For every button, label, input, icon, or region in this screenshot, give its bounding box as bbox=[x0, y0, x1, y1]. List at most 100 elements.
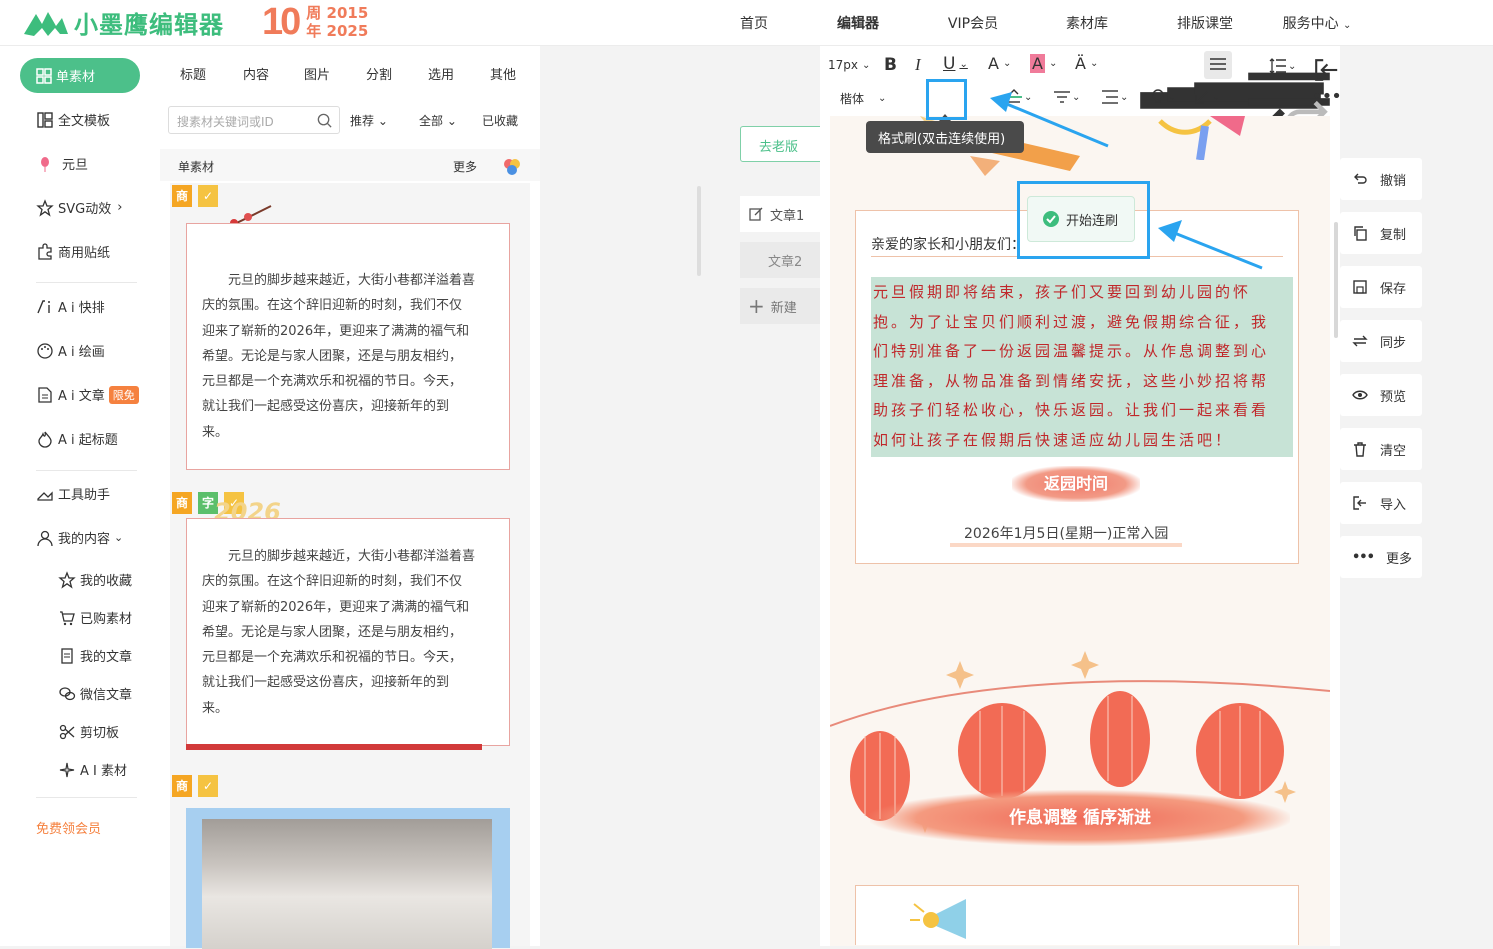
sidebar-item-single-material[interactable]: 单素材 bbox=[20, 58, 140, 93]
category-selected[interactable]: 选用 bbox=[428, 64, 454, 83]
card-text: 元旦的脚步越来越近，大街小巷都洋溢着喜 庆的氛围。在这个辞旧迎新的时刻，我们不仅… bbox=[202, 544, 492, 721]
business-tag: 商 bbox=[172, 492, 192, 514]
plus-icon: + bbox=[748, 294, 765, 318]
action-label: 保存 bbox=[1380, 281, 1407, 297]
card-line: 希望。无论是与家人团聚，还是与朋友相约， bbox=[202, 348, 463, 364]
exit-icon[interactable] bbox=[1312, 56, 1340, 84]
more-tools-icon[interactable]: ••• bbox=[1312, 86, 1342, 107]
card-line: 就让我们一起感受这份喜庆，迎接新年的到 bbox=[202, 399, 450, 415]
sidebar-item-ai-material[interactable]: A I 素材 bbox=[58, 760, 127, 779]
article-tab-1[interactable]: 文章1 bbox=[740, 196, 830, 232]
trash-icon bbox=[1354, 442, 1366, 457]
sidebar-item-ai-article[interactable]: A i 文章 限免 bbox=[36, 385, 139, 404]
section-title: 单素材 bbox=[178, 160, 215, 174]
card-line: 来。 bbox=[202, 700, 229, 716]
sidebar-label: A i 快排 bbox=[58, 301, 105, 316]
sidebar-sub-label: 我的收藏 bbox=[80, 574, 133, 589]
free-vip-link[interactable]: 免费领会员 bbox=[36, 818, 101, 837]
scrollbar[interactable] bbox=[697, 186, 701, 276]
more-link[interactable]: 更多 bbox=[453, 158, 477, 175]
sidebar-item-ai-paint[interactable]: A i 绘画 bbox=[36, 341, 105, 360]
nav-library[interactable]: 素材库 bbox=[1026, 13, 1148, 33]
collected-filter[interactable]: 已收藏 bbox=[482, 112, 518, 129]
save-button[interactable]: 保存 bbox=[1340, 266, 1422, 308]
date-text[interactable]: 2026年1月5日(星期一)正常入园 bbox=[950, 523, 1183, 547]
sidebar-item-favorites[interactable]: 我的收藏 bbox=[58, 570, 132, 589]
search-icon[interactable] bbox=[316, 112, 333, 129]
more-button[interactable]: ••• 更多 bbox=[1340, 536, 1422, 578]
justify-button[interactable] bbox=[1204, 51, 1232, 79]
nav-editor[interactable]: 编辑器 bbox=[796, 13, 920, 33]
material-card[interactable]: 商 字 ✓ 2026 元旦的脚步越来越近，大街小巷都洋溢着喜 庆的氛围。在这个辞… bbox=[170, 492, 530, 808]
sidebar-item-svg-effects[interactable]: SVG动效 › bbox=[36, 198, 122, 217]
font-size-select[interactable]: 17px ⌄ bbox=[828, 58, 870, 72]
category-content[interactable]: 内容 bbox=[243, 64, 269, 83]
sidebar-item-ai-title[interactable]: A i 起标题 bbox=[36, 429, 118, 448]
sidebar-item-my-articles[interactable]: 我的文章 bbox=[58, 646, 132, 665]
filter-dropdown[interactable]: 全部 ⌄ bbox=[419, 112, 457, 129]
color-dots-icon[interactable] bbox=[500, 155, 524, 179]
sync-button[interactable]: 同步 bbox=[1340, 320, 1422, 362]
sidebar-item-ai-layout[interactable]: A i 快排 bbox=[36, 297, 105, 316]
user-icon bbox=[37, 530, 53, 546]
card-line: 元旦都是一个充满欢乐和祝福的节日。今天， bbox=[202, 374, 463, 390]
editor-scrollbar[interactable] bbox=[1334, 222, 1338, 338]
card-line: 迎来了崭新的2026年，更迎来了满满的福气和 bbox=[202, 599, 470, 615]
sidebar-item-new-year[interactable]: 元旦 bbox=[36, 154, 88, 173]
bg-color-button[interactable]: A ⌄ bbox=[1030, 54, 1057, 73]
sidebar-sub-label: 剪切板 bbox=[80, 726, 120, 741]
copy-button[interactable]: 复制 bbox=[1340, 212, 1422, 254]
sort-dropdown[interactable]: 推荐 ⌄ bbox=[350, 112, 388, 129]
text-effect-button[interactable]: Ä ⌄ bbox=[1075, 54, 1098, 73]
paragraph-line: 元旦假期即将结束，孩子们又要回到幼儿园的怀 bbox=[873, 283, 1252, 301]
category-divider[interactable]: 分割 bbox=[366, 64, 392, 83]
sidebar-item-clipboard[interactable]: 剪切板 bbox=[58, 722, 119, 741]
content-card[interactable] bbox=[855, 885, 1299, 945]
nav-course[interactable]: 排版课堂 bbox=[1148, 13, 1262, 33]
italic-button[interactable]: I bbox=[915, 55, 921, 75]
article-label: 文章2 bbox=[768, 254, 803, 270]
save-icon bbox=[1353, 280, 1367, 294]
more-dots-icon: ••• bbox=[1352, 549, 1375, 565]
chevron-down-icon: ⌄ bbox=[1002, 58, 1012, 69]
new-article-button[interactable]: + 新建 bbox=[740, 288, 830, 324]
anniversary-year-start: 2015 bbox=[326, 4, 369, 22]
undo-action-button[interactable]: 撤销 bbox=[1340, 158, 1422, 200]
material-card[interactable]: 商 ✓ 元旦的脚步越来越近，大街小巷都洋溢着喜 庆的氛围。在这个辞旧迎新的时刻，… bbox=[170, 183, 530, 525]
scissors-icon bbox=[59, 724, 75, 739]
nav-home[interactable]: 首页 bbox=[712, 13, 796, 33]
search-input[interactable]: 搜素材关键词或ID bbox=[168, 106, 340, 134]
bold-button[interactable]: B bbox=[884, 55, 897, 75]
selected-paragraph[interactable]: 元旦假期即将结束，孩子们又要回到幼儿园的怀 抱。为了让宝贝们顺利过渡，避免假期综… bbox=[871, 277, 1293, 457]
chevron-down-icon: ⌄ bbox=[1089, 58, 1099, 69]
category-title[interactable]: 标题 bbox=[180, 64, 206, 83]
category-other[interactable]: 其他 bbox=[490, 64, 516, 83]
underline-button[interactable]: U ⌄ bbox=[943, 54, 968, 74]
card-line: 就让我们一起感受这份喜庆，迎接新年的到 bbox=[202, 675, 450, 691]
sidebar-item-full-template[interactable]: 全文模板 bbox=[36, 110, 110, 129]
import-icon bbox=[1353, 496, 1366, 510]
import-button[interactable]: 导入 bbox=[1340, 482, 1422, 524]
nav-service[interactable]: 服务中心 ⌄ bbox=[1262, 13, 1372, 33]
category-image[interactable]: 图片 bbox=[304, 64, 330, 83]
article-tab-2[interactable]: 文章2 bbox=[740, 242, 830, 278]
go-old-version-button[interactable]: 去老版 bbox=[740, 126, 830, 162]
sidebar-item-tools[interactable]: 工具助手 bbox=[36, 484, 110, 503]
preview-button[interactable]: 预览 bbox=[1340, 374, 1422, 416]
material-card[interactable]: 商 ✓ bbox=[170, 773, 530, 949]
nav-vip[interactable]: VIP会员 bbox=[920, 13, 1026, 33]
font-family-select[interactable]: 楷体 ⌄ bbox=[840, 90, 886, 107]
top-header: 小墨鹰编辑器 10 周 2015 年 2025 首页 编辑器 VIP会员 素材库… bbox=[0, 0, 1493, 46]
sidebar-item-purchased[interactable]: 已购素材 bbox=[58, 608, 132, 627]
sidebar-item-wechat[interactable]: 微信文章 bbox=[58, 684, 132, 703]
font-size-value: 17px bbox=[828, 58, 858, 72]
sidebar-item-stickers[interactable]: 商用贴纸 bbox=[36, 242, 110, 261]
font-color-button[interactable]: A ⌄ bbox=[988, 54, 1011, 73]
clear-button[interactable]: 清空 bbox=[1340, 428, 1422, 470]
section-title-banner[interactable]: 返园时间 bbox=[1012, 466, 1140, 502]
sidebar-item-my-content[interactable]: 我的内容 ⌄ bbox=[36, 528, 123, 547]
logo[interactable]: 小墨鹰编辑器 bbox=[22, 4, 224, 40]
line-height-button[interactable]: ⌄ bbox=[1268, 56, 1296, 76]
sidebar-label: 工具助手 bbox=[58, 488, 111, 503]
schedule-banner[interactable]: 作息调整 循序渐进 bbox=[870, 790, 1290, 846]
